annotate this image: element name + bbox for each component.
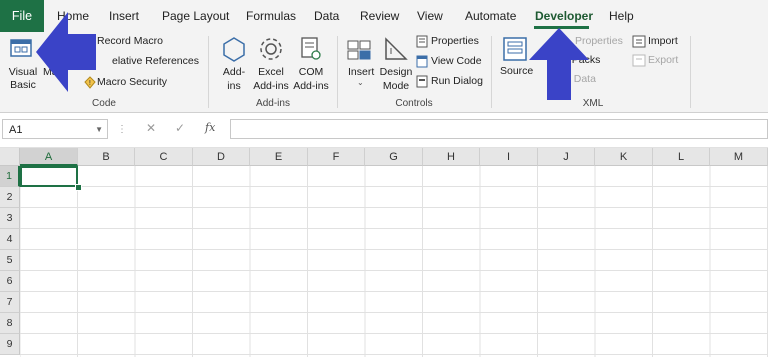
column-header[interactable]: K xyxy=(595,148,653,166)
column-header[interactable]: D xyxy=(193,148,250,166)
code-group-label: Code xyxy=(92,98,116,109)
group-separator xyxy=(491,36,492,108)
formula-bar: A1 ▼ ⋮ ✕ ✓ fx xyxy=(0,113,768,148)
fill-handle[interactable] xyxy=(75,184,82,191)
design-mode-label-line1: Design xyxy=(379,66,413,78)
tab-page-layout[interactable]: Page Layout xyxy=(162,0,229,32)
name-box-dropdown-icon[interactable]: ▼ xyxy=(95,120,103,140)
name-box[interactable]: A1 ▼ xyxy=(2,119,108,139)
addins-label-line2: ins xyxy=(227,80,241,92)
addins-button[interactable]: Add- ins xyxy=(219,65,249,93)
view-code-button[interactable]: View Code xyxy=(431,55,482,67)
group-separator xyxy=(208,36,209,108)
column-header[interactable]: C xyxy=(135,148,193,166)
name-box-value: A1 xyxy=(9,124,23,136)
row-header[interactable]: 9 xyxy=(0,334,20,355)
formula-bar-more-icon[interactable]: ⋮ xyxy=(117,124,127,135)
tab-help[interactable]: Help xyxy=(609,0,634,32)
cancel-icon[interactable]: ✕ xyxy=(146,121,156,135)
tab-data[interactable]: Data xyxy=(314,0,339,32)
row-header[interactable]: 8 xyxy=(0,313,20,334)
row-header[interactable]: 5 xyxy=(0,250,20,271)
record-macro-button[interactable]: Record Macro xyxy=(97,35,163,47)
column-header[interactable]: F xyxy=(308,148,365,166)
group-separator xyxy=(690,36,691,108)
tab-automate[interactable]: Automate xyxy=(465,0,516,32)
developer-ribbon: Visual Basic Ma Record Macro elative Ref… xyxy=(0,32,768,113)
column-header[interactable]: B xyxy=(78,148,135,166)
cell-area[interactable] xyxy=(20,166,768,357)
row-header[interactable]: 6 xyxy=(0,271,20,292)
com-addins-icon xyxy=(301,37,321,60)
column-header[interactable]: L xyxy=(653,148,710,166)
relative-references-button[interactable]: elative References xyxy=(112,55,199,67)
column-header[interactable]: H xyxy=(423,148,480,166)
selected-cell-a1[interactable] xyxy=(20,166,78,187)
row-header[interactable]: 1 xyxy=(0,166,20,187)
import-icon xyxy=(632,35,646,48)
group-separator xyxy=(337,36,338,108)
view-code-icon xyxy=(416,55,428,68)
insert-controls-icon xyxy=(347,40,371,60)
column-header[interactable]: I xyxy=(480,148,538,166)
import-button[interactable]: Import xyxy=(648,35,678,47)
row-header[interactable]: 2 xyxy=(0,187,20,208)
export-button: Export xyxy=(648,54,679,66)
insert-function-icon[interactable]: fx xyxy=(205,121,215,134)
design-mode-button[interactable]: Design Mode xyxy=(378,65,414,93)
formula-input[interactable] xyxy=(230,119,768,139)
annotation-arrow-left xyxy=(36,12,96,92)
excel-addins-gear-icon xyxy=(260,38,282,60)
column-header[interactable]: J xyxy=(538,148,595,166)
row-header[interactable]: 4 xyxy=(0,229,20,250)
com-addins-label-line2: Add-ins xyxy=(293,80,329,92)
design-mode-icon xyxy=(385,37,408,60)
column-header[interactable]: E xyxy=(250,148,308,166)
tab-review[interactable]: Review xyxy=(360,0,399,32)
design-mode-label-line2: Mode xyxy=(382,80,410,92)
com-addins-button[interactable]: COM Add-ins xyxy=(291,65,331,93)
addins-icon xyxy=(223,37,245,62)
tab-insert[interactable]: Insert xyxy=(109,0,139,32)
column-header[interactable]: M xyxy=(710,148,768,166)
worksheet-grid: A B C D E F G H I J K L M 1 2 3 4 5 6 7 … xyxy=(0,148,768,357)
excel-addins-label-line2: Add-ins xyxy=(253,80,289,92)
addins-label-line1: Add- xyxy=(222,66,246,78)
controls-group-label: Controls xyxy=(395,98,433,109)
excel-addins-label-line1: Excel xyxy=(258,66,284,78)
enter-icon[interactable]: ✓ xyxy=(175,121,185,135)
tab-view[interactable]: View xyxy=(417,0,443,32)
select-all-corner[interactable] xyxy=(0,148,20,166)
export-icon xyxy=(632,54,646,67)
insert-controls-button[interactable]: Insert xyxy=(348,66,374,78)
column-header[interactable]: A xyxy=(20,148,78,166)
macro-security-button[interactable]: Macro Security xyxy=(97,76,167,88)
ribbon-tab-bar: File Home Insert Page Layout Formulas Da… xyxy=(0,0,768,32)
insert-dropdown-icon[interactable]: ⌄ xyxy=(357,78,364,87)
row-header[interactable]: 3 xyxy=(0,208,20,229)
properties-icon xyxy=(416,35,428,48)
run-dialog-button[interactable]: Run Dialog xyxy=(431,75,483,87)
tab-formulas[interactable]: Formulas xyxy=(246,0,296,32)
column-header[interactable]: G xyxy=(365,148,423,166)
excel-addins-button[interactable]: Excel Add-ins xyxy=(250,65,292,93)
properties-button[interactable]: Properties xyxy=(431,35,479,47)
com-addins-label-line1: COM xyxy=(298,66,324,78)
addins-group-label: Add-ins xyxy=(256,98,290,109)
xml-source-icon xyxy=(503,37,527,61)
run-dialog-icon xyxy=(416,75,428,88)
row-header[interactable]: 7 xyxy=(0,292,20,313)
annotation-arrow-up xyxy=(529,28,589,100)
